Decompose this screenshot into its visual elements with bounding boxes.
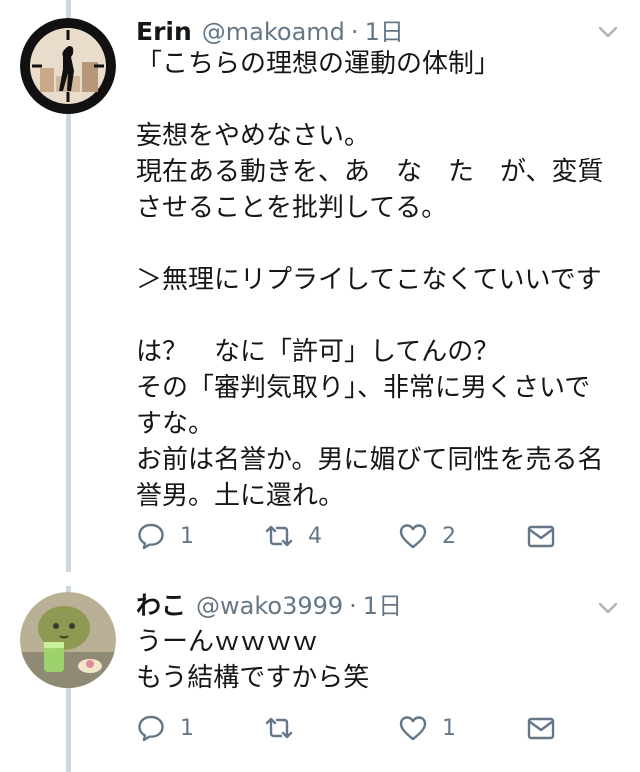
display-name[interactable]: Erin (136, 17, 192, 46)
reply-count: 1 (180, 523, 194, 549)
direct-message-button[interactable] (526, 710, 556, 746)
tweet-actions: 1 4 2 (136, 518, 566, 554)
retweet-button[interactable]: 4 (264, 518, 322, 554)
like-button[interactable]: 1 (398, 710, 456, 746)
retweet-icon (265, 525, 293, 547)
avatar[interactable] (20, 18, 116, 114)
retweet-count: 4 (308, 523, 322, 549)
tweet-header: Erin @makoamd · 1日 (136, 12, 404, 48)
heart-icon (399, 524, 427, 549)
user-handle[interactable]: @makoamd (202, 18, 345, 46)
like-count: 1 (442, 715, 456, 741)
timestamp[interactable]: 1日 (365, 12, 404, 47)
direct-message-button[interactable] (526, 518, 556, 554)
tweet-divider (0, 572, 640, 586)
avatar-image (20, 592, 116, 688)
user-handle[interactable]: @wako3999 (196, 592, 343, 620)
avatar[interactable] (20, 592, 116, 688)
reply-button[interactable]: 1 (136, 710, 194, 746)
reply-icon (138, 523, 164, 550)
like-count: 2 (442, 523, 456, 549)
reply-button[interactable]: 1 (136, 518, 194, 554)
reply-icon (138, 715, 164, 742)
display-name[interactable]: わこ (136, 586, 186, 622)
chevron-down-icon[interactable] (596, 20, 620, 44)
separator: · (349, 592, 357, 620)
tweet[interactable]: Erin @makoamd · 1日 「こちらの理想の運動の体制」 妄想をやめな… (0, 0, 640, 572)
reply-count: 1 (180, 715, 194, 741)
tweet-header: わこ @wako3999 · 1日 (136, 586, 402, 622)
avatar-image (20, 18, 116, 114)
heart-icon (399, 716, 427, 741)
separator: · (350, 18, 359, 46)
tweet-text: 「こちらの理想の運動の体制」 妄想をやめなさい。 現在ある動きを、あ な た が… (136, 49, 604, 511)
envelope-icon (527, 525, 555, 548)
envelope-icon (527, 717, 555, 740)
tweet-actions: 1 1 (136, 710, 566, 746)
retweet-icon (265, 717, 293, 739)
retweet-button[interactable] (264, 710, 308, 746)
timestamp[interactable]: 1日 (363, 586, 402, 621)
like-button[interactable]: 2 (398, 518, 456, 554)
tweet[interactable]: わこ @wako3999 · 1日 うーんｗｗｗｗ もう結構ですから笑 1 1 (0, 586, 640, 772)
chevron-down-icon[interactable] (596, 596, 620, 620)
tweet-text: うーんｗｗｗｗ もう結構ですから笑 (136, 627, 370, 693)
